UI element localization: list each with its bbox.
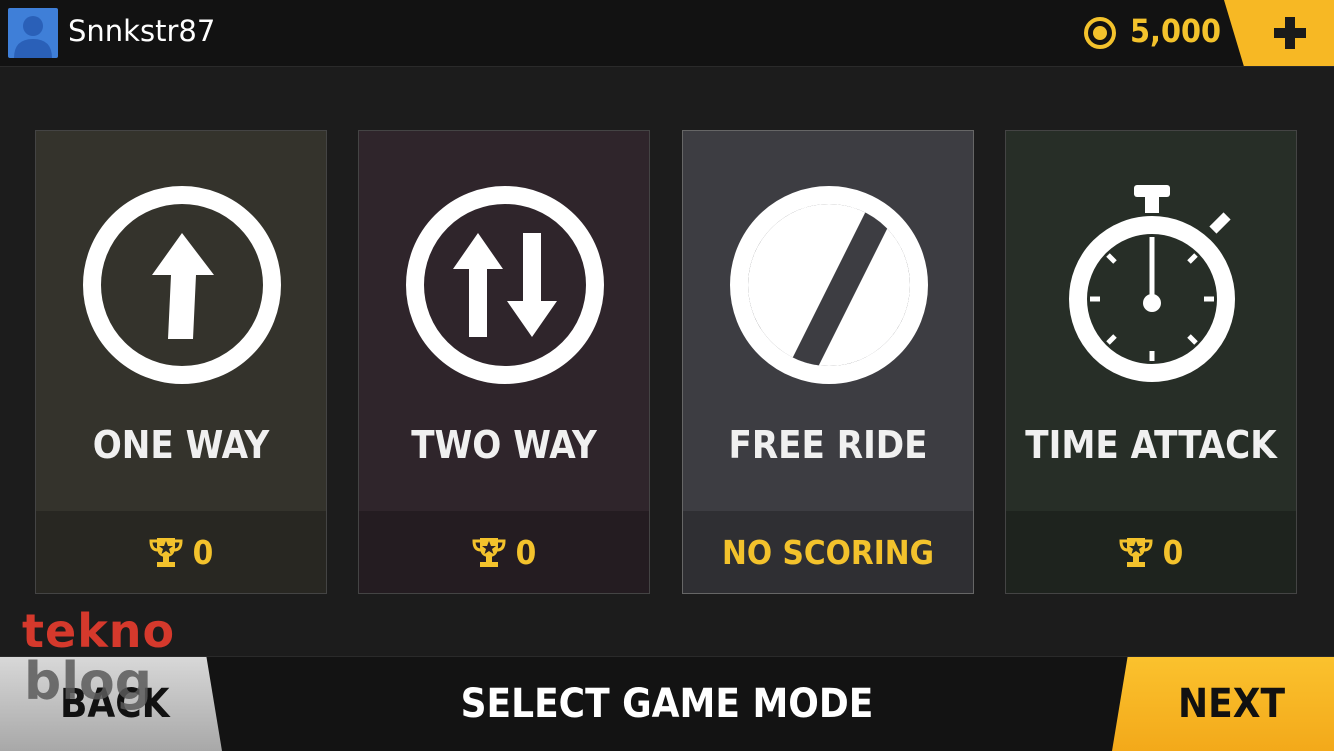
mode-title: ONE WAY: [92, 423, 270, 467]
plus-icon: [1274, 17, 1306, 49]
username: Snnkstr87: [68, 14, 216, 48]
mode-score: 0: [359, 511, 649, 593]
stopwatch-icon: [1069, 185, 1235, 382]
top-bar: Snnkstr87 5,000: [0, 0, 1334, 67]
mode-title: TIME ATTACK: [1025, 423, 1277, 467]
watermark-blog: blog: [24, 652, 152, 712]
mode-score: NO SCORING: [683, 511, 973, 593]
mode-card-two-way[interactable]: TWO WAY 0: [358, 130, 650, 594]
coin-icon: [1084, 17, 1116, 49]
next-button[interactable]: NEXT: [1112, 657, 1334, 751]
mode-score: 0: [36, 511, 326, 593]
mode-title: FREE RIDE: [728, 423, 928, 467]
next-button-label: NEXT: [1178, 681, 1286, 727]
trophy-icon: [472, 538, 506, 567]
bottom-bar: BACK SELECT GAME MODE NEXT: [0, 656, 1334, 751]
user-icon: [14, 16, 52, 58]
watermark-tekno: tekno: [22, 604, 176, 658]
mode-score-value: 0: [192, 532, 214, 572]
add-coins-button[interactable]: [1224, 0, 1334, 66]
mode-card-time-attack[interactable]: TIME ATTACK 0: [1005, 130, 1297, 594]
mode-card-free-ride[interactable]: FREE RIDE NO SCORING: [682, 130, 974, 594]
mode-card-one-way[interactable]: ONE WAY 0: [35, 130, 327, 594]
mode-score-value: 0: [515, 532, 537, 572]
mode-score: 0: [1006, 511, 1296, 593]
trophy-icon: [1119, 538, 1153, 567]
avatar[interactable]: [8, 8, 58, 58]
one-way-arrow-icon: [83, 186, 281, 384]
mode-score-value: 0: [1162, 532, 1184, 572]
trophy-icon: [149, 538, 183, 567]
mode-title: TWO WAY: [411, 423, 597, 467]
two-way-arrows-icon: [406, 186, 604, 384]
no-limit-sign-icon: [730, 186, 928, 384]
coin-balance: 5,000: [1130, 12, 1222, 50]
mode-score-value: NO SCORING: [722, 532, 934, 572]
